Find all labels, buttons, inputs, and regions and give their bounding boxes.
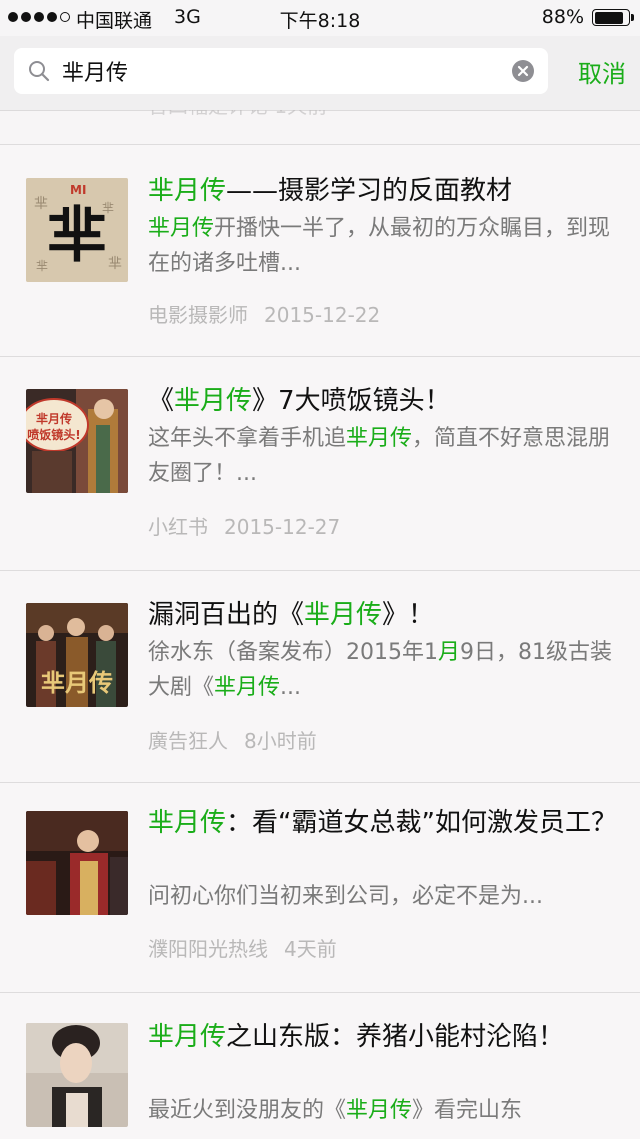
search-header: 取消 xyxy=(0,36,640,111)
cancel-button[interactable]: 取消 xyxy=(578,54,626,89)
result-date: 2015-12-27 xyxy=(224,515,341,539)
result-item[interactable]: 芈月传之山东版：养猪小能村沦陷！ 最近火到没朋友的《芈月传》看完山东 xyxy=(0,992,640,1139)
result-source: 濮阳阳光热线 xyxy=(148,937,268,961)
result-meta: 小红书 2015-12-27 xyxy=(148,511,340,540)
result-title[interactable]: 芈月传——摄影学习的反面教材 xyxy=(148,173,618,209)
result-meta: 廣告狂人 8小时前 xyxy=(148,725,317,754)
article-thumbnail: 芈月传 喷饭镜头! xyxy=(26,389,128,493)
result-summary: 芈月传开播快一半了，从最初的万众瞩目，到现在的诸多吐槽... xyxy=(148,216,611,276)
result-date: 4天前 xyxy=(284,937,337,961)
svg-text:芈: 芈 xyxy=(34,196,48,212)
search-results-list[interactable]: 合四幅是评论 1天前 芈 芈 芈 芈 MI 芈 芈月传——摄影学习的反面教材 芈… xyxy=(0,110,640,1139)
result-item[interactable]: 芈月传 漏洞百出的《芈月传》！ 徐水东（备案发布）2015年1月9日，81级古装… xyxy=(0,570,640,782)
article-thumbnail xyxy=(26,1023,128,1127)
previous-item-snippet: 合四幅是评论 1天前 xyxy=(148,110,628,119)
search-input[interactable] xyxy=(62,48,502,94)
article-thumbnail: 芈 芈 芈 芈 MI 芈 xyxy=(26,178,128,282)
result-summary: 这年头不拿着手机追芈月传，简直不好意思混朋友圈了！... xyxy=(148,426,611,486)
result-date: 8小时前 xyxy=(244,729,317,753)
result-source: 廣告狂人 xyxy=(148,729,228,753)
result-source: 小红书 xyxy=(148,515,208,539)
result-title[interactable]: 漏洞百出的《芈月传》！ xyxy=(148,597,618,633)
result-meta: 电影摄影师 2015-12-22 xyxy=(148,299,380,328)
battery-icon xyxy=(592,9,634,26)
thumbnail-badge: MI xyxy=(70,183,86,197)
result-summary: 最近火到没朋友的《芈月传》看完山东 xyxy=(148,1098,523,1123)
svg-text:芈月传: 芈月传 xyxy=(36,411,72,426)
result-title[interactable]: 芈月传：看“霸道女总裁”如何激发员工？ xyxy=(148,805,618,841)
thumbnail-text: 芈月传 xyxy=(41,668,113,697)
clear-icon[interactable] xyxy=(511,59,535,83)
article-thumbnail: 芈月传 xyxy=(26,603,128,707)
battery-percentage: 88% xyxy=(541,6,584,28)
result-summary: 问初心你们当初来到公司，必定不是为... xyxy=(148,884,543,909)
result-item[interactable]: 芈月传：看“霸道女总裁”如何激发员工？ 问初心你们当初来到公司，必定不是为...… xyxy=(0,782,640,992)
result-source: 电影摄影师 xyxy=(148,303,248,327)
status-bar: 中国联通 3G 下午8:18 88% xyxy=(0,0,640,36)
result-date: 2015-12-22 xyxy=(264,303,381,327)
result-item[interactable]: 芈月传 喷饭镜头! 《芈月传》7大喷饭镜头！ 这年头不拿着手机追芈月传，简直不好… xyxy=(0,356,640,570)
result-title[interactable]: 《芈月传》7大喷饭镜头！ xyxy=(148,383,618,419)
result-summary: 徐水东（备案发布）2015年1月9日，81级古装大剧《芈月传... xyxy=(148,640,613,700)
result-title[interactable]: 芈月传之山东版：养猪小能村沦陷！ xyxy=(148,1019,618,1055)
result-item[interactable]: 芈 芈 芈 芈 MI 芈 芈月传——摄影学习的反面教材 芈月传开播快一半了，从最… xyxy=(0,144,640,356)
result-meta: 濮阳阳光热线 4天前 xyxy=(148,933,337,962)
svg-text:芈: 芈 xyxy=(108,256,122,272)
thumbnail-text: 芈 xyxy=(47,201,107,271)
search-icon xyxy=(29,61,50,82)
svg-text:喷饭镜头!: 喷饭镜头! xyxy=(27,427,80,442)
article-thumbnail xyxy=(26,811,128,915)
search-box[interactable] xyxy=(14,48,548,94)
